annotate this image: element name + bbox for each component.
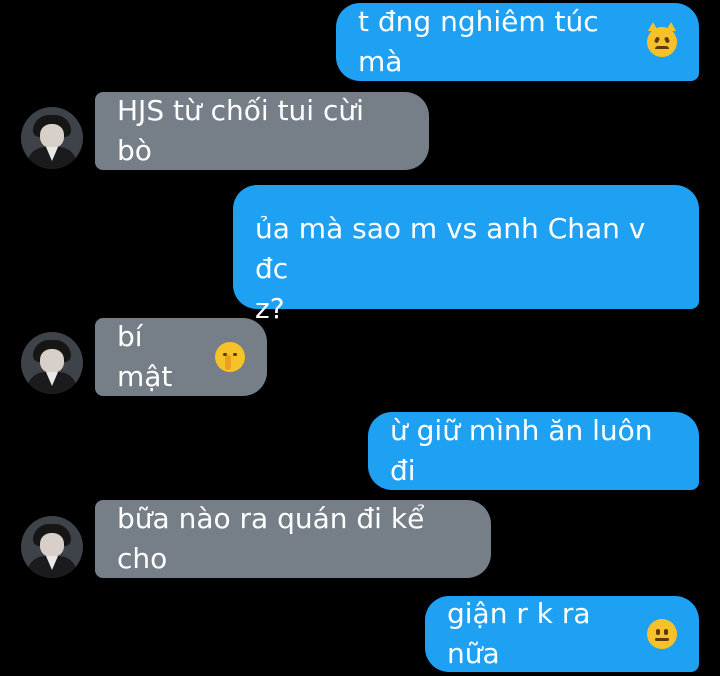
message-bubble-outgoing[interactable]: t đng nghiêm túc mà (336, 3, 699, 81)
message-text: giận r k ra nữa (447, 597, 591, 670)
message-text: ừ giữ mình ăn luôn đi (390, 414, 653, 487)
message-bubble-outgoing[interactable]: ủa mà sao m vs anh Chan v đc z? (233, 185, 699, 325)
message-text: HJS từ chối tui cừi bò (117, 94, 364, 167)
message-text: bí mật (117, 320, 173, 393)
message-bubble-outgoing[interactable]: ừ giữ mình ăn luôn đi (368, 412, 699, 490)
message-text-line-1: ủa mà sao m vs anh Chan v đc (255, 212, 646, 285)
message-bubble-incoming[interactable]: bữa nào ra quán đi kể cho (95, 500, 491, 578)
message-text-line-2: z? (255, 292, 285, 325)
chat-thread: t đng nghiêm túc mà HJS từ chối tui cừi … (0, 0, 720, 676)
message-text: bữa nào ra quán đi kể cho (117, 502, 425, 575)
message-bubble-incoming[interactable]: HJS từ chối tui cừi bò (95, 92, 429, 170)
contact-avatar[interactable] (21, 332, 83, 394)
neutral-face-emoji-icon (647, 619, 677, 649)
message-bubble-outgoing[interactable]: giận r k ra nữa (425, 596, 699, 672)
contact-avatar[interactable] (21, 107, 83, 169)
contact-avatar[interactable] (21, 516, 83, 578)
message-text: t đng nghiêm túc mà (358, 5, 599, 78)
pouting-cat-emoji-icon (647, 22, 677, 57)
message-bubble-incoming[interactable]: bí mật (95, 318, 267, 396)
shushing-face-emoji-icon (215, 342, 245, 372)
